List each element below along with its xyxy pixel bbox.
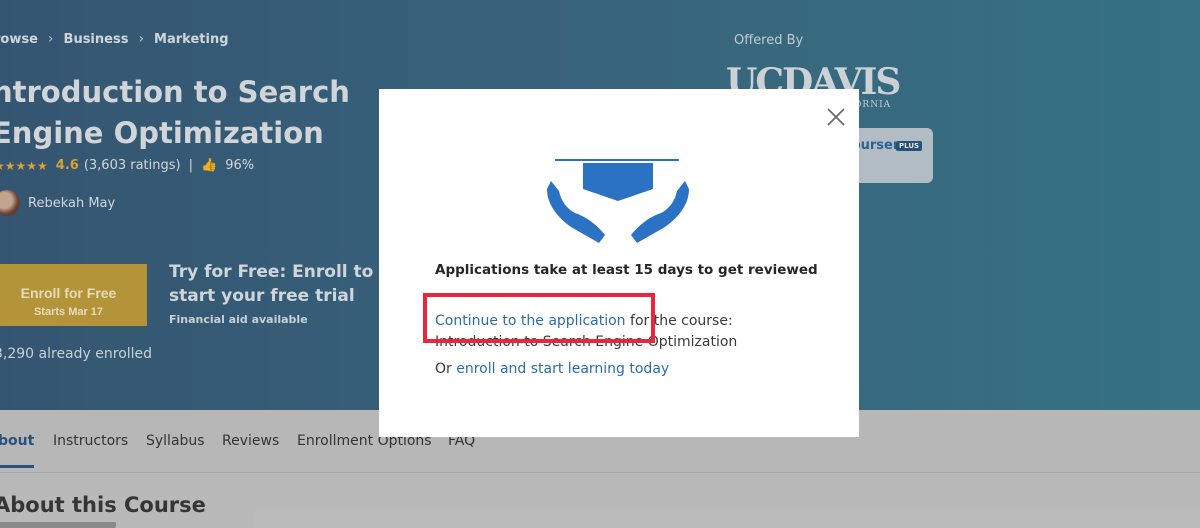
enroll-start-learning-link[interactable]: enroll and start learning today	[456, 361, 669, 377]
close-icon[interactable]	[825, 106, 847, 128]
modal-headline: Applications take at least 15 days to ge…	[435, 262, 818, 278]
continue-application-link[interactable]: Continue to the application	[435, 313, 626, 329]
or-prefix: Or	[435, 361, 457, 377]
graduation-cap-hands-icon	[547, 159, 689, 243]
application-modal: Applications take at least 15 days to ge…	[379, 89, 859, 437]
modal-or-line: Or enroll and start learning today	[435, 361, 669, 377]
modal-continue-paragraph: Continue to the application for the cour…	[435, 311, 815, 353]
